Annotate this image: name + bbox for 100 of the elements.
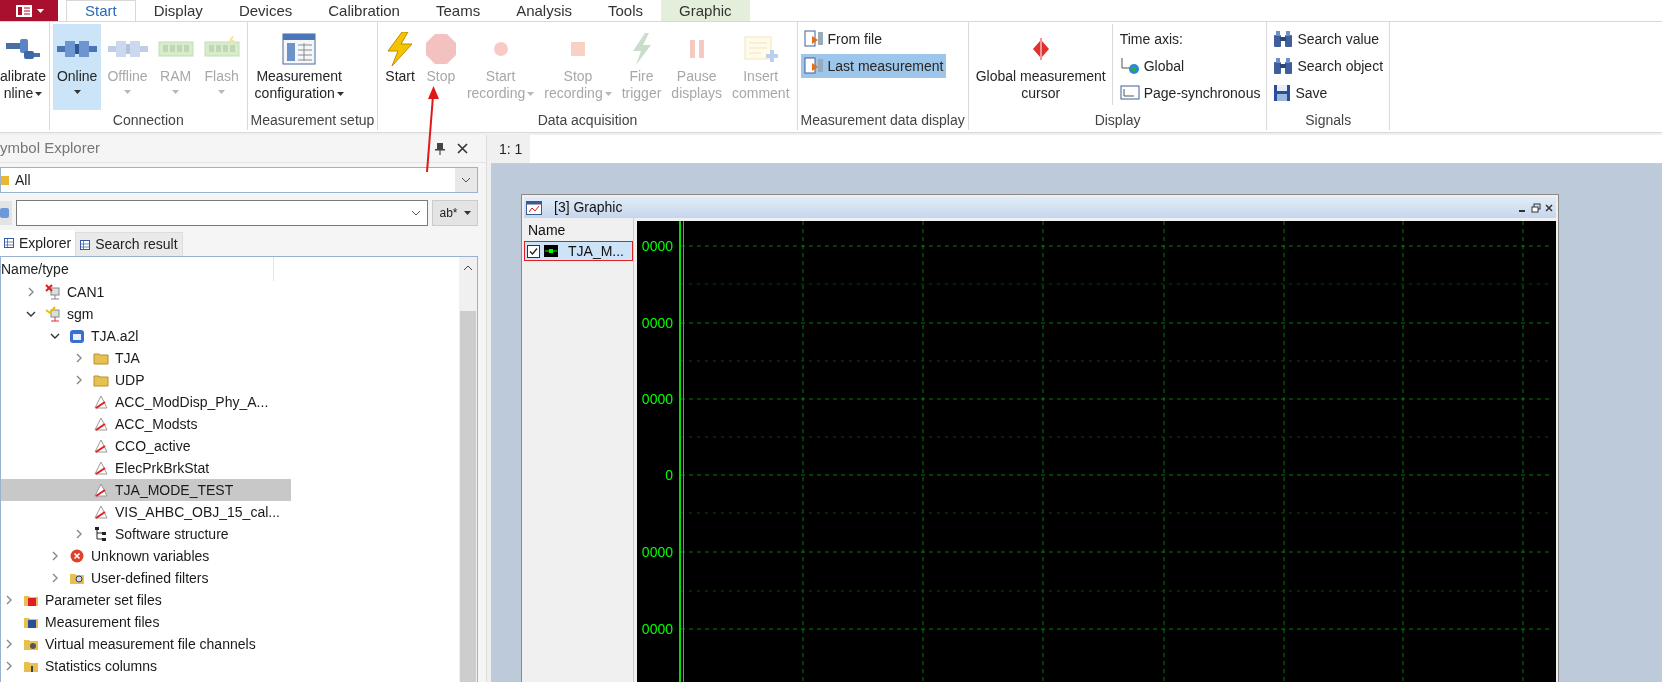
- panel-tab[interactable]: Explorer: [0, 230, 76, 256]
- group-label: Measurement data display: [800, 111, 965, 130]
- signal-icon: [93, 394, 109, 410]
- tree-item[interactable]: sgm: [1, 303, 291, 325]
- chart-window-icon: [526, 200, 542, 215]
- chevron-right-icon[interactable]: [74, 529, 84, 539]
- ribbon-button[interactable]: Search value: [1270, 27, 1387, 51]
- app-menu-button[interactable]: [0, 0, 58, 21]
- tree-item[interactable]: Unknown variables: [1, 545, 291, 567]
- restore-icon[interactable]: [1531, 202, 1541, 213]
- menu-tab[interactable]: Analysis: [498, 0, 590, 21]
- legend-header: Name: [527, 221, 567, 240]
- chevron-down-icon[interactable]: [50, 331, 60, 341]
- tree-item[interactable]: User-defined filters: [1, 567, 291, 589]
- chevron-right-icon[interactable]: [4, 639, 14, 649]
- menu-tab[interactable]: Teams: [417, 0, 499, 21]
- table-icon: [4, 238, 14, 248]
- tree-item[interactable]: ElecPrkBrkStat: [1, 457, 291, 479]
- ribbon-button[interactable]: Measurement configuration: [250, 24, 348, 110]
- tree-item[interactable]: TJA_MODE_TEST: [1, 479, 291, 501]
- tree-item[interactable]: CAN1: [1, 281, 291, 303]
- tree-item[interactable]: Virtual measurement file channels: [1, 633, 291, 655]
- ribbon-button[interactable]: alibrate nline: [0, 24, 46, 110]
- signal-icon: [93, 438, 109, 454]
- ribbon-button[interactable]: Page-synchronous: [1116, 81, 1264, 105]
- signal-icon: [93, 482, 109, 498]
- caret-icon: [36, 8, 44, 13]
- signal-icon: [93, 416, 109, 432]
- close-icon[interactable]: [1544, 202, 1554, 213]
- network-icon: [45, 306, 61, 322]
- menu-tab[interactable]: Display: [135, 0, 221, 21]
- tree-item[interactable]: CCO_active: [1, 435, 291, 457]
- signal-icon: [93, 504, 109, 520]
- folder-icon: [93, 372, 109, 388]
- hierarchy-icon: [93, 526, 109, 542]
- chevron-right-icon[interactable]: [74, 375, 84, 385]
- pin-icon[interactable]: [435, 142, 445, 155]
- tree-item[interactable]: Statistics columns: [1, 655, 291, 677]
- legend-item[interactable]: TJA_M...: [524, 241, 633, 261]
- window-title: [3] Graphic: [554, 198, 623, 217]
- tree-item[interactable]: Software structure: [1, 523, 291, 545]
- file-play-icon: [803, 57, 824, 75]
- search-mode-button[interactable]: ab*: [432, 200, 478, 226]
- ribbon-button[interactable]: From file: [800, 27, 947, 51]
- ribbon-button[interactable]: Save: [1270, 81, 1387, 105]
- database-icon: [69, 328, 85, 344]
- ribbon-button[interactable]: Start: [381, 24, 419, 110]
- scrollbar[interactable]: [459, 257, 477, 682]
- axis-label: 0: [664, 467, 673, 483]
- table-icon: [80, 239, 91, 250]
- chevron-down-icon[interactable]: [461, 177, 471, 183]
- checkbox[interactable]: [527, 244, 540, 258]
- menu-tab[interactable]: Calibration: [310, 0, 418, 21]
- scroll-up-icon[interactable]: [463, 265, 473, 271]
- axis-label: 0000: [640, 315, 673, 331]
- chevron-down-icon: [411, 210, 421, 216]
- axis-label: 0000: [640, 391, 673, 407]
- book-icon: [14, 3, 33, 18]
- ribbon-button[interactable]: Search object: [1270, 54, 1387, 78]
- chevron-right-icon[interactable]: [26, 287, 36, 297]
- document-tab[interactable]: 1: 1: [491, 135, 531, 163]
- menu-tab[interactable]: Tools: [590, 0, 662, 21]
- save-icon: [1273, 84, 1292, 102]
- chevron-right-icon[interactable]: [50, 551, 60, 561]
- chevron-down-icon[interactable]: [26, 309, 36, 319]
- tree-item[interactable]: UDP: [1, 369, 291, 391]
- close-icon[interactable]: [457, 143, 468, 154]
- tree-item[interactable]: Measurement files: [1, 611, 291, 633]
- chevron-right-icon[interactable]: [4, 661, 14, 671]
- menu-tab[interactable]: Start: [66, 0, 136, 21]
- panel-tab[interactable]: Search result: [75, 232, 183, 256]
- chevron-right-icon[interactable]: [50, 573, 60, 583]
- stop-icon: [424, 33, 457, 65]
- page-axis-icon: [1119, 84, 1140, 102]
- group-label: Measurement setup: [250, 111, 375, 130]
- ribbon-button[interactable]: Last measurement: [800, 54, 947, 78]
- ribbon-button[interactable]: Global: [1116, 54, 1264, 78]
- menu-tab[interactable]: Graphic: [661, 0, 750, 21]
- tree-item[interactable]: TJA: [1, 347, 291, 369]
- ribbon-button[interactable]: Global measurement cursor: [971, 24, 1110, 110]
- binoculars-icon: [1273, 30, 1294, 48]
- search-field[interactable]: [16, 200, 428, 226]
- tree-item[interactable]: VIS_AHBC_OBJ_15_cal...: [1, 501, 291, 523]
- ribbon-button[interactable]: Online: [52, 24, 102, 110]
- group-label: Signals: [1304, 111, 1353, 130]
- lightning-icon: [630, 33, 653, 65]
- tree-item[interactable]: Parameter set files: [1, 589, 291, 611]
- chevron-right-icon[interactable]: [4, 595, 14, 605]
- column-header[interactable]: Name/type: [1, 258, 69, 280]
- tree-item[interactable]: ACC_ModDisp_Phy_A...: [1, 391, 291, 413]
- axis-label: 0000: [640, 238, 673, 254]
- line-style-icon: [544, 245, 558, 257]
- file-play-icon: [803, 30, 824, 48]
- filter-value[interactable]: All: [15, 169, 31, 191]
- tree-item[interactable]: TJA.a2l: [1, 325, 291, 347]
- tree-item[interactable]: ACC_Modsts: [1, 413, 291, 435]
- chevron-right-icon[interactable]: [74, 353, 84, 363]
- stop-record-icon: [568, 39, 588, 59]
- panel-title: ymbol Explorer: [0, 138, 101, 159]
- menu-tab[interactable]: Devices: [220, 0, 311, 21]
